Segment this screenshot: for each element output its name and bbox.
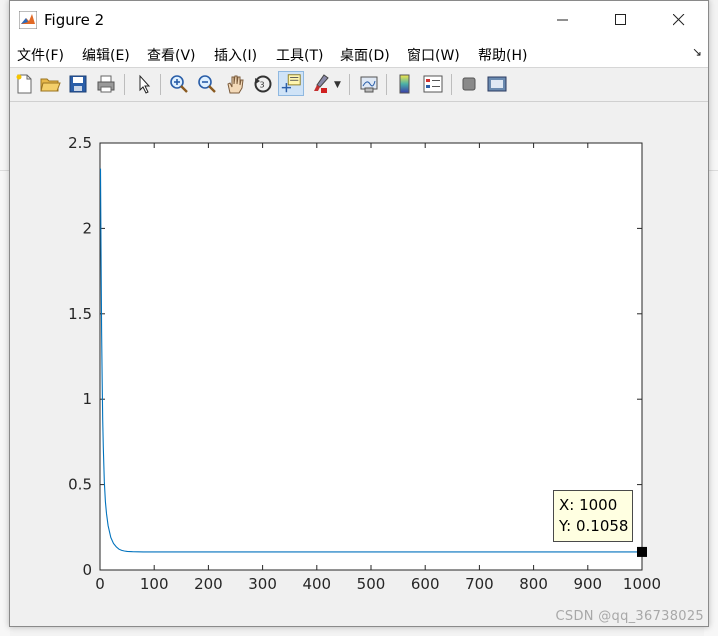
maximize-button[interactable] (592, 1, 650, 39)
x-tick-label: 500 (357, 575, 386, 593)
menu-file[interactable]: 文件(F) (17, 45, 64, 65)
zoom-out-icon[interactable] (196, 73, 218, 95)
print-icon[interactable] (95, 73, 117, 95)
save-icon[interactable] (67, 73, 89, 95)
menu-help[interactable]: 帮助(H) (478, 45, 527, 65)
matlab-icon (19, 11, 37, 29)
y-tick-label: 1.5 (68, 305, 92, 323)
rotate-3d-icon[interactable]: 3 (252, 73, 274, 95)
x-tick-label: 300 (248, 575, 277, 593)
toolbar-separator (124, 74, 125, 95)
close-icon (673, 14, 685, 26)
menu-tools[interactable]: 工具(T) (276, 45, 323, 65)
window-title: Figure 2 (44, 11, 105, 29)
toolbar-separator (451, 74, 452, 95)
pan-hand-icon[interactable] (224, 73, 246, 95)
menu-view[interactable]: 查看(V) (147, 45, 196, 65)
x-tick-label: 700 (465, 575, 494, 593)
x-tick-label: 1000 (623, 575, 661, 593)
data-cursor-icon[interactable] (278, 71, 304, 96)
datatip-x-label: X: 1000 (559, 496, 618, 514)
toolbar-separator (349, 74, 350, 95)
hide-plot-tools-icon[interactable] (458, 73, 480, 95)
datatip-marker (637, 546, 647, 557)
y-tick-label: 2 (82, 219, 92, 237)
toolbar-separator (386, 74, 387, 95)
menu-window[interactable]: 窗口(W) (407, 45, 460, 65)
close-button[interactable] (650, 1, 708, 39)
show-plot-tools-icon[interactable] (486, 73, 508, 95)
x-tick-label: 100 (140, 575, 169, 593)
x-tick-label: 900 (573, 575, 602, 593)
menu-desktop[interactable]: 桌面(D) (340, 45, 390, 65)
menu-insert[interactable]: 插入(I) (214, 45, 257, 65)
figure-window: Figure 2 文件(F) 编辑(E) 查看(V) 插入(I) 工具(T) 桌… (9, 0, 709, 627)
y-tick-label: 0.5 (68, 476, 92, 494)
brush-icon[interactable] (309, 73, 331, 95)
title-bar[interactable]: Figure 2 (10, 1, 708, 39)
minimize-icon (557, 19, 568, 21)
figure-canvas: 0 100 200 300 400 500 600 700 800 900 1000 0 0.5 1 1.5… (10, 102, 708, 626)
maximize-icon (615, 14, 626, 25)
figure-toolbar: 3 ▼ (10, 68, 708, 102)
y-tick-label: 0 (82, 561, 92, 579)
watermark-text: CSDN @qq_36738025 (555, 609, 704, 624)
menu-bar: 文件(F) 编辑(E) 查看(V) 插入(I) 工具(T) 桌面(D) 窗口(W… (10, 39, 708, 68)
x-tick-label: 400 (302, 575, 331, 593)
edit-plot-arrow-icon[interactable] (133, 73, 155, 95)
y-tick-label: 1 (82, 390, 92, 408)
svg-text:3: 3 (260, 81, 265, 90)
zoom-in-icon[interactable] (168, 73, 190, 95)
datatip-y-label: Y: 0.1058 (559, 517, 629, 535)
x-tick-label: 800 (519, 575, 548, 593)
x-tick-label: 200 (194, 575, 223, 593)
minimize-button[interactable] (534, 1, 592, 39)
x-tick-label: 0 (95, 575, 105, 593)
link-plot-icon[interactable] (358, 73, 380, 95)
x-tick-label: 600 (411, 575, 440, 593)
legend-icon[interactable] (422, 73, 444, 95)
line-chart[interactable]: 0 100 200 300 400 500 600 700 800 900 1000 0 0.5 1 1.5… (10, 102, 708, 626)
open-file-icon[interactable] (39, 73, 61, 95)
datatip[interactable]: X: 1000 Y: 0.1058 (553, 490, 633, 542)
brush-dropdown-icon[interactable]: ▼ (334, 80, 356, 102)
y-tick-label: 2.5 (68, 134, 92, 152)
menu-edit[interactable]: 编辑(E) (82, 45, 130, 65)
dock-arrow-icon[interactable]: ↘ (692, 45, 702, 59)
colorbar-icon[interactable] (394, 73, 416, 95)
toolbar-separator (160, 74, 161, 95)
new-figure-icon[interactable] (13, 73, 35, 95)
